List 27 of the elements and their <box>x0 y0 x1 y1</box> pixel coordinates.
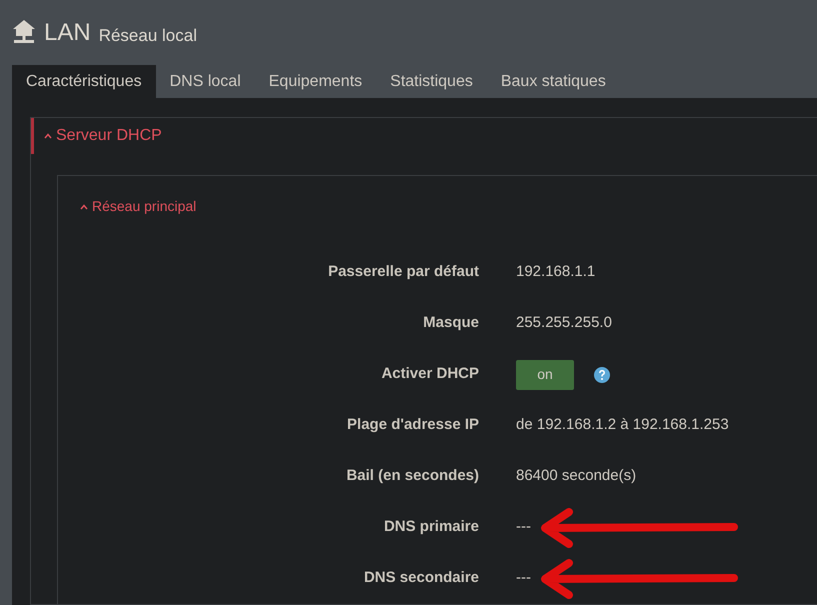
page-title: LAN <box>44 21 91 46</box>
home-network-icon <box>12 19 36 46</box>
field-label: Activer DHCP <box>380 364 479 384</box>
tab[interactable]: Baux statiques <box>486 65 620 98</box>
field-value: 192.168.1.1 <box>516 262 596 282</box>
toggle-button[interactable]: on <box>516 360 574 390</box>
field-label: DNS secondaire <box>362 568 479 588</box>
field-value: 255.255.255.0 <box>516 313 612 334</box>
field-value: 86400 seconde(s) <box>516 466 636 486</box>
field-value: --- <box>516 568 531 588</box>
field-value: --- <box>516 517 531 538</box>
section-header[interactable]: Serveur DHCP <box>31 118 162 154</box>
page-subtitle: Réseau local <box>98 27 197 46</box>
tab[interactable]: Caractéristiques <box>12 65 156 98</box>
tab[interactable]: Equipements <box>254 65 376 98</box>
help-icon[interactable] <box>594 366 610 382</box>
field-label: Passerelle par défaut <box>327 262 479 282</box>
field-label: Masque <box>422 313 479 334</box>
field-value: de 192.168.1.2 à 192.168.1.253 <box>516 415 729 436</box>
chevron-up-icon <box>80 204 88 210</box>
field-label: DNS primaire <box>382 517 479 538</box>
chevron-up-icon <box>44 133 52 139</box>
tab[interactable]: Statistiques <box>376 65 487 98</box>
tab[interactable]: DNS local <box>156 65 255 98</box>
subsection-header[interactable]: Réseau principal <box>80 196 196 217</box>
field-label: Bail (en secondes) <box>345 466 479 486</box>
field-label: Plage d'adresse IP <box>346 415 479 436</box>
